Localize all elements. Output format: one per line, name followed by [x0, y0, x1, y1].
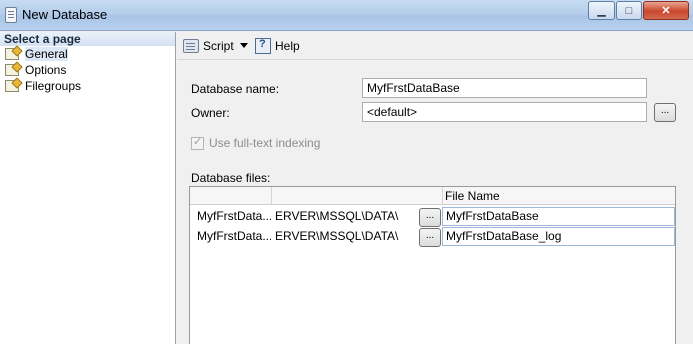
minimize-button[interactable]: ▁ [588, 1, 615, 20]
logical-name-cell[interactable]: MyfFrstData... [197, 207, 271, 226]
general-page-form: Database name: MyfFrstDataBase Owner: <d… [177, 60, 693, 344]
path-cell[interactable]: ERVER\MSSQL\DATA\ [275, 207, 417, 226]
help-label: Help [275, 39, 300, 53]
owner-input[interactable]: <default> [362, 102, 647, 122]
script-dropdown-arrow-icon[interactable] [240, 43, 248, 48]
maximize-icon: □ [625, 4, 633, 17]
page-selector-pane: Select a page General Options Filegroups [0, 32, 176, 344]
table-row[interactable]: MyfFrstData... ERVER\MSSQL\DATA\ ... Myf… [190, 207, 675, 227]
database-files-grid: File Name MyfFrstData... ERVER\MSSQL\DAT… [189, 186, 676, 344]
path-browse-button[interactable]: ... [419, 208, 441, 227]
column-separator [271, 187, 272, 205]
script-icon [183, 39, 199, 53]
close-icon: ✕ [661, 5, 671, 17]
file-name-cell[interactable]: MyfFrstDataBase [442, 207, 675, 226]
page-item-filegroups[interactable]: Filegroups [0, 78, 175, 94]
minimize-icon: ▁ [597, 5, 606, 17]
help-icon [255, 38, 271, 54]
owner-label: Owner: [191, 106, 230, 120]
script-button[interactable]: Script [183, 38, 234, 54]
file-name-cell[interactable]: MyfFrstDataBase_log [442, 227, 675, 246]
window-title: New Database [22, 7, 108, 22]
fulltext-indexing-label: Use full-text indexing [209, 136, 321, 150]
column-separator [442, 187, 443, 205]
help-button[interactable]: Help [255, 38, 300, 54]
fulltext-indexing-row: Use full-text indexing [191, 135, 321, 150]
path-cell[interactable]: ERVER\MSSQL\DATA\ [275, 227, 417, 246]
page-icon [5, 64, 19, 76]
path-browse-button[interactable]: ... [419, 228, 441, 247]
table-row[interactable]: MyfFrstData... ERVER\MSSQL\DATA\ ... Myf… [190, 227, 675, 247]
page-icon [5, 48, 19, 60]
maximize-button[interactable]: □ [616, 1, 642, 20]
page-item-label: Filegroups [25, 79, 82, 93]
close-button[interactable]: ✕ [643, 1, 689, 20]
title-bar: New Database ▁ □ ✕ [0, 0, 693, 31]
database-files-label: Database files: [191, 171, 271, 185]
script-label: Script [203, 39, 234, 53]
page-icon [5, 80, 19, 92]
page-item-options[interactable]: Options [0, 62, 175, 78]
page-selector-header: Select a page [0, 32, 175, 46]
app-icon [5, 7, 17, 23]
page-item-label: Options [25, 63, 67, 77]
logical-name-cell[interactable]: MyfFrstData... [197, 227, 271, 246]
toolbar: Script Help [177, 32, 693, 60]
column-header-file-name[interactable]: File Name [445, 189, 500, 203]
database-name-label: Database name: [191, 82, 280, 96]
database-name-input[interactable]: MyfFrstDataBase [362, 78, 647, 98]
fulltext-indexing-checkbox [191, 135, 204, 150]
page-item-label: General [25, 47, 68, 61]
grid-header: File Name [190, 187, 675, 205]
page-item-general[interactable]: General [0, 46, 175, 62]
owner-browse-button[interactable]: ... [654, 103, 676, 122]
